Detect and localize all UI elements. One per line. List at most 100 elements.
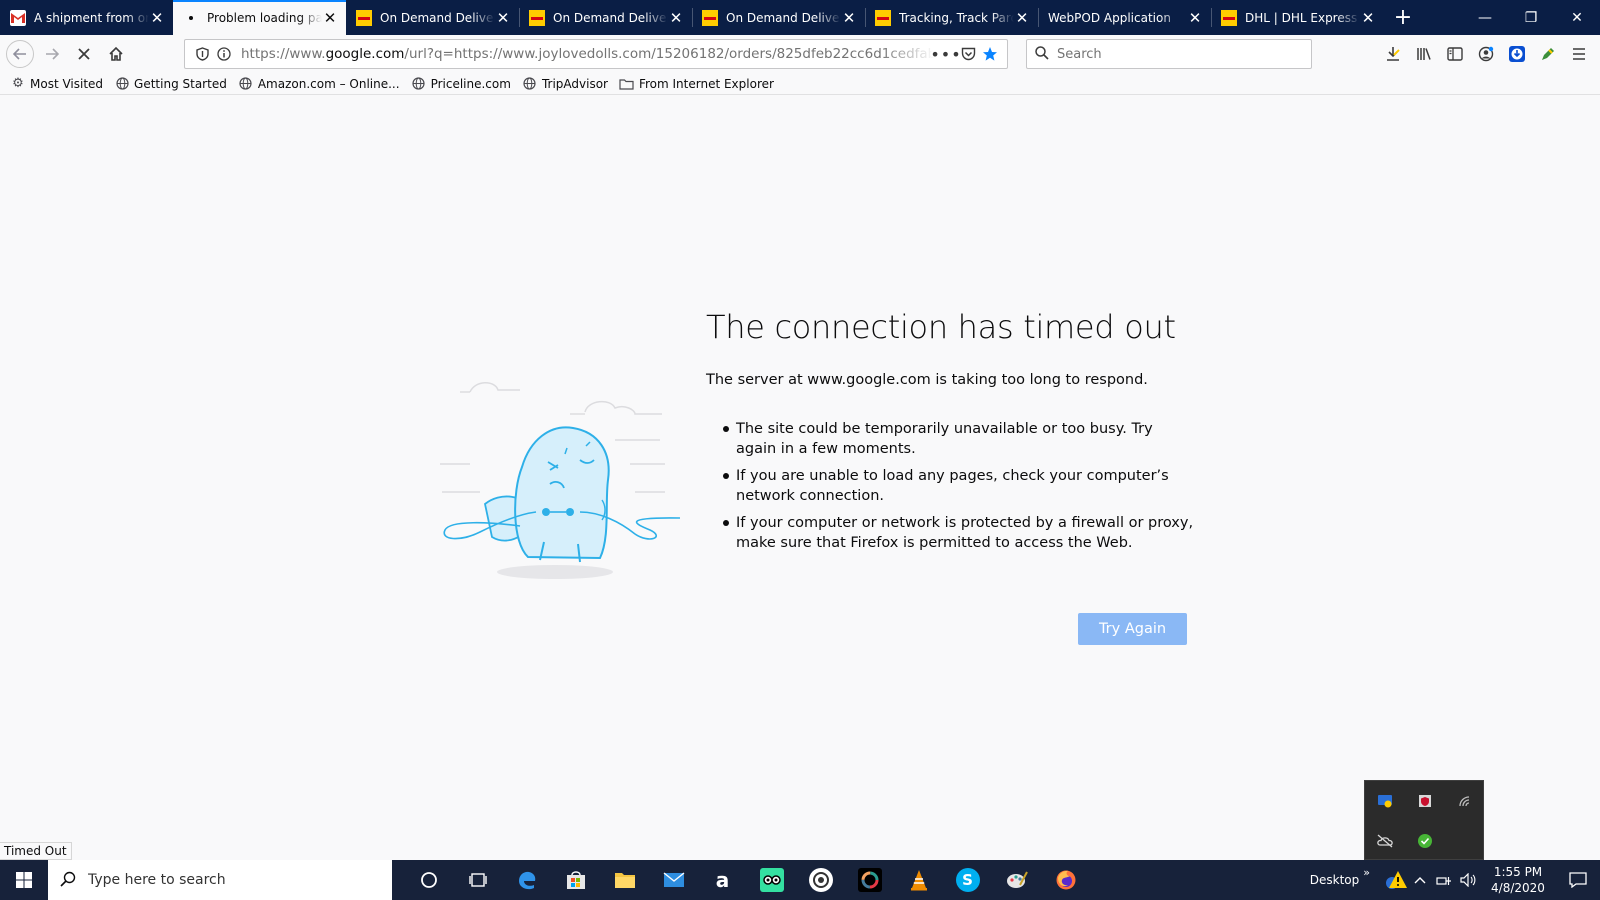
vlc-icon[interactable] xyxy=(894,860,943,900)
extension-pencil-icon[interactable] xyxy=(1532,39,1563,69)
tab-webpod[interactable]: WebPOD Application ✕ xyxy=(1038,0,1211,35)
url-path: /url?q=https://www.joylovedolls.com/1520… xyxy=(404,46,935,62)
globe-icon xyxy=(114,76,130,92)
bookmark-star-icon[interactable] xyxy=(979,43,1001,65)
network-icon[interactable] xyxy=(1432,860,1456,900)
error-illustration xyxy=(440,382,680,579)
toolbar-chevron[interactable]: » xyxy=(1363,866,1370,879)
search-input[interactable] xyxy=(1057,46,1303,62)
library-icon[interactable] xyxy=(1408,39,1439,69)
downloads-icon[interactable] xyxy=(1377,39,1408,69)
cloud-off-icon[interactable] xyxy=(1365,821,1405,861)
info-icon[interactable] xyxy=(213,43,235,65)
check-circle-icon[interactable] xyxy=(1405,821,1445,861)
tab-on-demand-1[interactable]: On Demand Delivery ✕ xyxy=(346,0,519,35)
bookmark-folder-ie[interactable]: From Internet Explorer xyxy=(619,76,774,92)
close-window-icon[interactable]: ✕ xyxy=(1554,0,1600,35)
tab-gmail[interactable]: A shipment from order ✕ xyxy=(0,0,173,35)
pocket-icon[interactable] xyxy=(957,43,979,65)
edge-icon[interactable] xyxy=(502,860,551,900)
close-icon[interactable]: ✕ xyxy=(1360,9,1376,27)
close-icon[interactable]: ✕ xyxy=(1014,9,1030,27)
close-icon[interactable]: ✕ xyxy=(322,9,338,27)
tab-dhl-express[interactable]: DHL | DHL Express | E ✕ xyxy=(1211,0,1384,35)
url-bar[interactable]: https://www.google.com/url?q=https://www… xyxy=(184,39,1008,69)
forward-button[interactable] xyxy=(36,39,68,69)
bookmark-label: TripAdvisor xyxy=(541,76,608,91)
store-icon[interactable] xyxy=(551,860,600,900)
clock[interactable]: 1:55 PM 4/8/2020 xyxy=(1480,864,1556,896)
menu-icon[interactable] xyxy=(1563,39,1594,69)
bookmark-amazon[interactable]: Amazon.com – Online... xyxy=(238,76,400,92)
wifi-icon[interactable] xyxy=(1445,781,1485,821)
desktop-toolbar-label[interactable]: Desktop xyxy=(1310,873,1360,887)
taskbar-search[interactable] xyxy=(48,860,392,900)
new-tab-button[interactable]: + xyxy=(1384,0,1422,35)
security-shield-icon[interactable] xyxy=(1405,781,1445,821)
amazon-icon[interactable]: a xyxy=(698,860,747,900)
clock-date: 4/8/2020 xyxy=(1491,881,1545,895)
page-actions-icon[interactable]: ••• xyxy=(930,43,960,65)
url-prefix: https://www. xyxy=(241,46,326,62)
bookmarks-toolbar: ⚙ Most Visited Getting Started Amazon.co… xyxy=(0,73,1600,95)
tab-on-demand-3[interactable]: On Demand Delivery ✕ xyxy=(692,0,865,35)
bookmark-getting-started[interactable]: Getting Started xyxy=(114,76,227,92)
try-again-button[interactable]: Try Again xyxy=(1078,613,1187,645)
bookmark-label: Getting Started xyxy=(134,76,227,91)
notifications-icon[interactable] xyxy=(1556,860,1600,900)
file-explorer-icon[interactable] xyxy=(600,860,649,900)
restore-icon[interactable]: ❐ xyxy=(1508,0,1554,35)
taskbar-apps: a S xyxy=(404,860,1090,900)
network-monitor-icon[interactable] xyxy=(1365,781,1405,821)
gear-icon: ⚙ xyxy=(12,76,24,91)
search-bar[interactable] xyxy=(1026,39,1312,69)
navigation-toolbar: https://www.google.com/url?q=https://www… xyxy=(0,35,1600,73)
taskbar: a S Desktop » xyxy=(0,860,1600,900)
firefox-icon[interactable] xyxy=(1041,860,1090,900)
close-icon[interactable]: ✕ xyxy=(149,9,165,27)
list-item: If you are unable to load any pages, che… xyxy=(706,466,1194,506)
tab-on-demand-2[interactable]: On Demand Delivery ✕ xyxy=(519,0,692,35)
bookmark-priceline[interactable]: Priceline.com xyxy=(411,76,511,92)
amazon-letter: a xyxy=(715,868,730,892)
tab-tracking[interactable]: Tracking, Track Parcels ✕ xyxy=(865,0,1038,35)
close-icon[interactable]: ✕ xyxy=(668,9,684,27)
close-icon[interactable]: ✕ xyxy=(495,9,511,27)
stop-button[interactable] xyxy=(68,39,100,69)
account-icon[interactable] xyxy=(1470,39,1501,69)
dhl-icon xyxy=(702,9,718,26)
minimize-icon[interactable]: — xyxy=(1462,0,1508,35)
mail-icon[interactable] xyxy=(649,860,698,900)
tab-title: A shipment from order xyxy=(34,10,149,25)
windows-start-button[interactable] xyxy=(0,860,48,900)
status-panel: Timed Out xyxy=(0,842,72,860)
list-item: The site could be temporarily unavailabl… xyxy=(706,419,1194,459)
cortana-icon[interactable] xyxy=(404,860,453,900)
warning-icon[interactable] xyxy=(1384,860,1408,900)
tripadvisor-icon[interactable] xyxy=(747,860,796,900)
sidebar-icon[interactable] xyxy=(1439,39,1470,69)
color-app-icon[interactable] xyxy=(845,860,894,900)
disc-app-icon[interactable] xyxy=(796,860,845,900)
bookmark-most-visited[interactable]: ⚙ Most Visited xyxy=(10,76,103,92)
paint-icon[interactable] xyxy=(992,860,1041,900)
volume-icon[interactable] xyxy=(1456,860,1480,900)
extension-download-icon[interactable] xyxy=(1501,39,1532,69)
skype-icon[interactable]: S xyxy=(943,860,992,900)
close-icon[interactable]: ✕ xyxy=(1187,9,1203,27)
dhl-icon xyxy=(875,9,891,26)
back-button[interactable] xyxy=(6,40,34,68)
shield-icon[interactable] xyxy=(191,43,213,65)
bookmark-tripadvisor[interactable]: TripAdvisor xyxy=(522,76,608,92)
url-text[interactable]: https://www.google.com/url?q=https://www… xyxy=(241,46,935,62)
tab-problem-loading[interactable]: Problem loading page ✕ xyxy=(173,0,346,35)
taskbar-search-input[interactable] xyxy=(88,872,392,888)
chevron-up-icon[interactable] xyxy=(1408,860,1432,900)
home-button[interactable] xyxy=(100,39,132,69)
globe-icon xyxy=(411,76,427,92)
task-view-icon[interactable] xyxy=(453,860,502,900)
close-icon[interactable]: ✕ xyxy=(841,9,857,27)
dhl-icon xyxy=(356,9,372,26)
url-host: google.com xyxy=(325,46,405,62)
list-item: If your computer or network is protected… xyxy=(706,513,1194,553)
